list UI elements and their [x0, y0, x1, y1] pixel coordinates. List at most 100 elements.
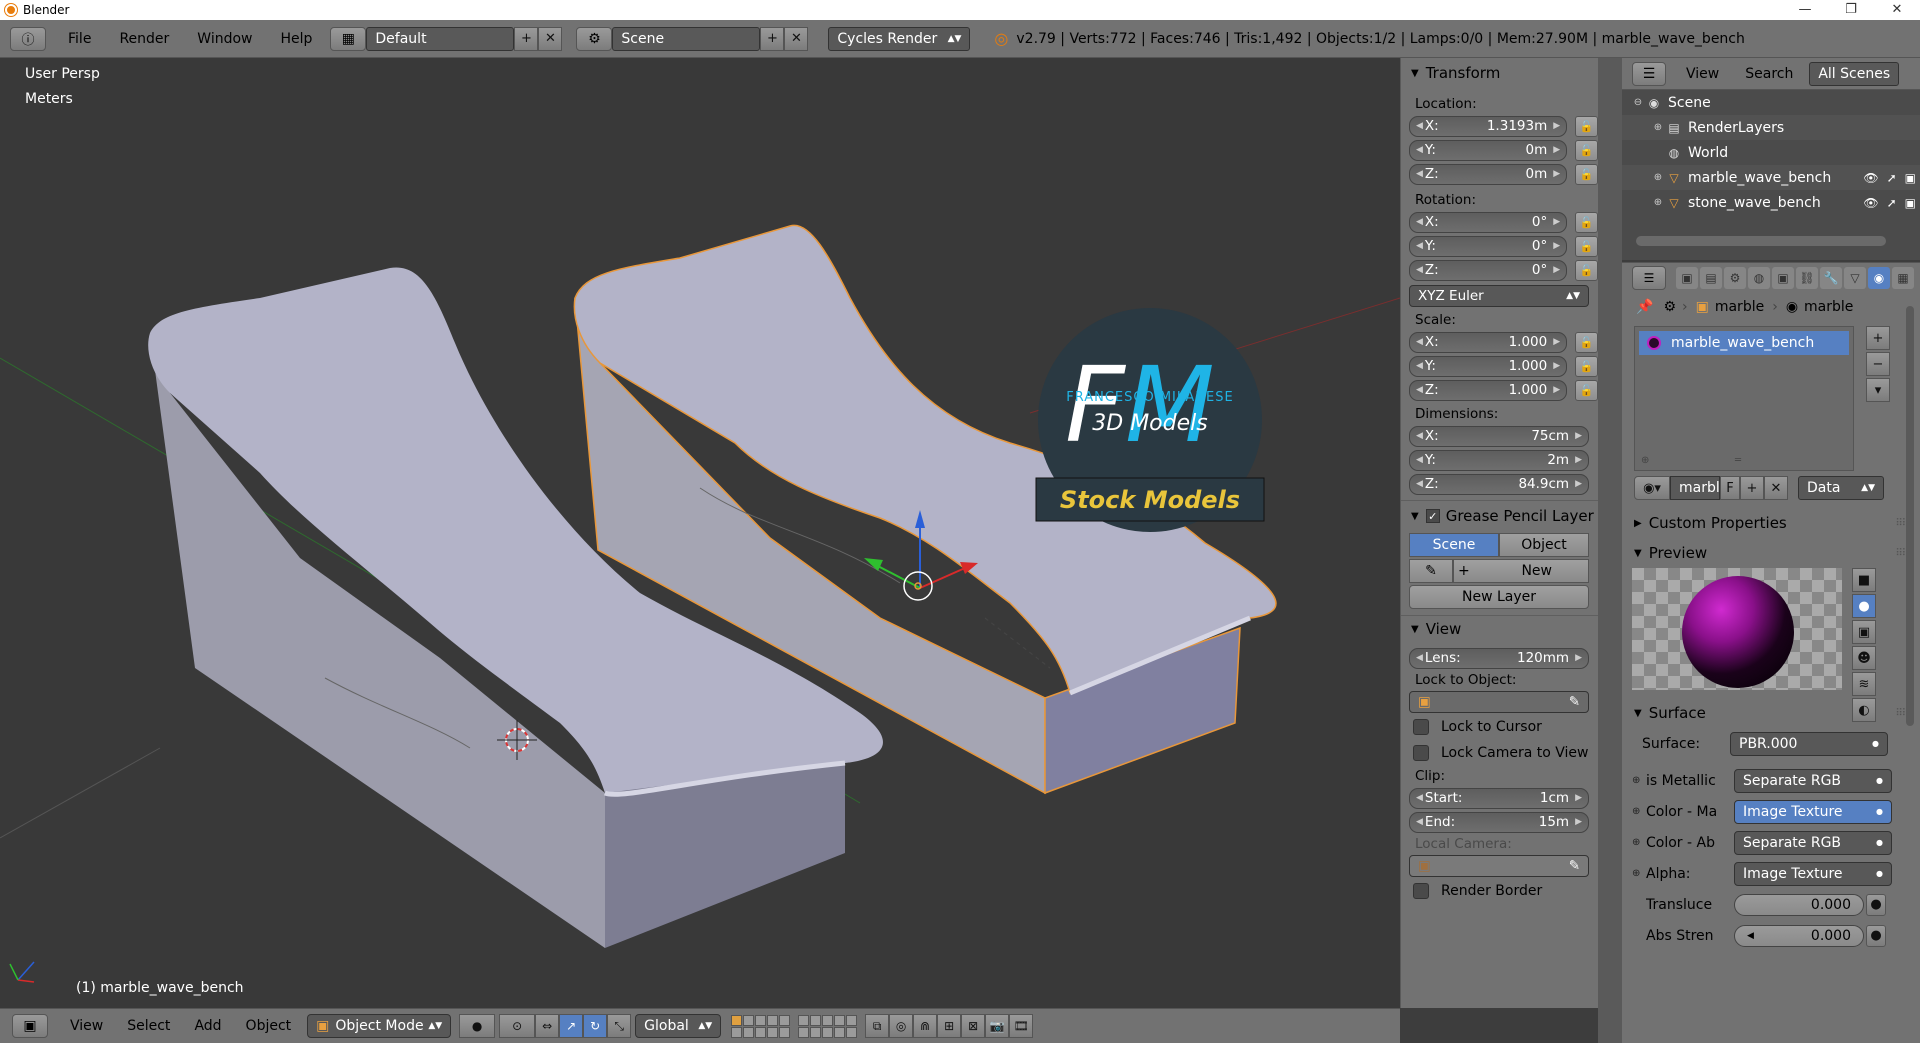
menu-view[interactable]: View	[58, 1018, 115, 1034]
is-metallic-input-dropdown[interactable]: Separate RGB ●	[1734, 768, 1892, 793]
lock-icon[interactable]: 🔓	[1575, 139, 1598, 161]
grease-pencil-panel-header[interactable]: ▼ ✓ Grease Pencil Layer	[1401, 503, 1598, 529]
viewport-canvas[interactable]: F M FRANCESCO MILANESE 3D Models Stock M…	[0, 58, 1400, 1008]
link-mode-dropdown[interactable]: Data ▲▼	[1798, 476, 1884, 500]
editor-type-properties-button[interactable]: ☰	[1632, 265, 1666, 290]
lock-icon[interactable]: 🔓	[1575, 163, 1598, 185]
remove-material-slot-button[interactable]: −	[1866, 352, 1890, 376]
scale-x-field[interactable]: ◀ X: 1.000 ▶	[1409, 331, 1568, 353]
render-border-checkbox[interactable]: Render Border	[1401, 878, 1598, 904]
remove-screen-button[interactable]: ✕	[538, 26, 563, 51]
material-slot-specials-button[interactable]: ▾	[1866, 378, 1890, 402]
location-y-field[interactable]: ◀ Y: 0m ▶	[1409, 139, 1568, 161]
new-material-button[interactable]: +	[1740, 476, 1764, 500]
outliner-search-menu[interactable]: Search	[1733, 66, 1805, 82]
snap-target-icon[interactable]: ⊠	[961, 1014, 986, 1038]
eyedropper-icon[interactable]: ✎	[1569, 694, 1580, 710]
clip-start-field[interactable]: ◀ Start: 1cm ▶	[1409, 787, 1589, 809]
data-tab-icon[interactable]: ▽	[1844, 266, 1866, 289]
expand-input-icon[interactable]: ⊕	[1632, 868, 1646, 879]
scale-y-field[interactable]: ◀ Y: 1.000 ▶	[1409, 355, 1568, 377]
lock-camera-to-view-checkbox[interactable]: Lock Camera to View	[1401, 740, 1598, 766]
screen-layout-browse-button[interactable]: ▦	[330, 26, 367, 51]
snap-element-icon[interactable]: ⊞	[937, 1014, 962, 1038]
view-panel-header[interactable]: ▼ View	[1401, 616, 1598, 642]
lock-to-cursor-checkbox[interactable]: Lock to Cursor	[1401, 714, 1598, 740]
transform-panel-header[interactable]: ▼ Transform	[1401, 60, 1598, 86]
add-screen-button[interactable]: +	[514, 26, 539, 51]
alpha-input-dropdown[interactable]: Image Texture ●	[1734, 861, 1892, 886]
location-x-field[interactable]: ◀ X: 1.3193m ▶	[1409, 115, 1568, 137]
menu-help[interactable]: Help	[266, 31, 326, 47]
object-tab-icon[interactable]: ▣	[1772, 266, 1794, 289]
lock-icon[interactable]: 🔓	[1575, 379, 1598, 401]
scene-tab-icon[interactable]: ⚙	[1724, 266, 1746, 289]
outliner-item-stone-wave-bench[interactable]: ⊕ ▽ stone_wave_bench 👁 ➚ ▣	[1622, 190, 1920, 215]
material-slot-item[interactable]: marble_wave_bench	[1639, 331, 1849, 355]
constraints-tab-icon[interactable]: ⛓	[1796, 266, 1818, 289]
viewport-shading-dropdown[interactable]: ●	[459, 1014, 496, 1038]
texture-tab-icon[interactable]: ▦	[1892, 266, 1914, 289]
clip-end-field[interactable]: ◀ End: 15m ▶	[1409, 811, 1589, 833]
proportional-edit-icon[interactable]: ◎	[889, 1014, 914, 1038]
minimize-button[interactable]: —	[1782, 0, 1828, 20]
grease-pencil-new-button[interactable]: + New	[1453, 559, 1589, 583]
grease-pencil-toggle[interactable]: ✓	[1425, 509, 1440, 523]
material-name-field[interactable]: marbl	[1670, 476, 1720, 500]
surface-shader-dropdown[interactable]: PBR.000 ●	[1730, 731, 1888, 756]
transform-orientation-dropdown[interactable]: Global ▲▼	[635, 1014, 722, 1038]
grease-pencil-scene-button[interactable]: Scene	[1409, 533, 1499, 557]
selectable-cursor-icon[interactable]: ➚	[1887, 171, 1897, 185]
expand-icon[interactable]: ⊕	[1650, 122, 1666, 133]
3d-viewport[interactable]: F M FRANCESCO MILANESE 3D Models Stock M…	[0, 58, 1400, 1008]
slot-list-resize-handle[interactable]: ═	[1735, 455, 1741, 466]
properties-scrollbar[interactable]	[1906, 306, 1914, 726]
scene-field[interactable]: Scene	[612, 26, 761, 51]
rotation-mode-dropdown[interactable]: XYZ Euler ▲▼	[1409, 285, 1589, 307]
preview-sphere-icon[interactable]: ●	[1852, 594, 1876, 618]
menu-add[interactable]: Add	[182, 1018, 233, 1034]
editor-split-divider[interactable]	[1598, 58, 1622, 1043]
outliner-item-world[interactable]: ◍ World	[1622, 140, 1920, 165]
new-layer-button[interactable]: New Layer	[1409, 585, 1589, 609]
snap-toggle-icon[interactable]: ⋒	[913, 1014, 938, 1038]
color-map-input-dropdown[interactable]: Image Texture ●	[1734, 799, 1892, 824]
lock-icon[interactable]: 🔓	[1575, 259, 1598, 281]
preview-cube-icon[interactable]: ▣	[1852, 620, 1876, 644]
translate-manipulator-icon[interactable]: ↗	[559, 1014, 584, 1038]
lock-layers-icon[interactable]: ⧉	[865, 1014, 890, 1038]
socket-link-button[interactable]: ●	[1866, 893, 1886, 916]
socket-link-button[interactable]: ●	[1866, 924, 1886, 947]
fake-user-button[interactable]: F	[1720, 476, 1740, 500]
render-camera-icon[interactable]: ▣	[1905, 196, 1916, 210]
outliner-item-renderlayers[interactable]: ⊕ ▤ RenderLayers	[1622, 115, 1920, 140]
lock-icon[interactable]: 🔓	[1575, 331, 1598, 353]
selectable-cursor-icon[interactable]: ➚	[1887, 196, 1897, 210]
menu-window[interactable]: Window	[183, 31, 266, 47]
grease-pencil-browse-button[interactable]: ✎	[1409, 559, 1453, 583]
maximize-button[interactable]: ❐	[1828, 0, 1874, 20]
close-window-button[interactable]: ✕	[1874, 0, 1920, 20]
collapse-icon[interactable]: ⊖	[1630, 97, 1646, 108]
outliner-display-mode-dropdown[interactable]: All Scenes	[1809, 61, 1900, 86]
menu-file[interactable]: File	[54, 31, 105, 47]
scene-layers-grid-a[interactable]	[731, 1014, 791, 1038]
editor-type-info-button[interactable]: ⓘ	[10, 26, 46, 51]
visibility-eye-icon[interactable]: 👁	[1863, 171, 1878, 185]
rotation-z-field[interactable]: ◀ Z: 0° ▶	[1409, 259, 1568, 281]
opengl-render-image-icon[interactable]: 📷	[985, 1014, 1010, 1038]
surface-panel-header[interactable]: ▼ Surface ⠿⠿	[1622, 698, 1920, 728]
scale-manipulator-icon[interactable]: ⤡	[607, 1014, 632, 1038]
world-tab-icon[interactable]: ◍	[1748, 266, 1770, 289]
custom-properties-panel-header[interactable]: ▶ Custom Properties ⠿⠿	[1622, 508, 1920, 538]
menu-object[interactable]: Object	[234, 1018, 304, 1034]
menu-render[interactable]: Render	[105, 31, 183, 47]
local-camera-field[interactable]: ▣ ✎	[1409, 855, 1589, 877]
rotation-x-field[interactable]: ◀ X: 0° ▶	[1409, 211, 1568, 233]
location-z-field[interactable]: ◀ Z: 0m ▶	[1409, 163, 1568, 185]
add-material-slot-button[interactable]: +	[1866, 326, 1890, 350]
scale-z-field[interactable]: ◀ Z: 1.000 ▶	[1409, 379, 1568, 401]
preview-panel-header[interactable]: ▼ Preview ⠿⠿	[1622, 538, 1920, 568]
manipulator-toggle-icon[interactable]: ⇔	[535, 1014, 560, 1038]
expand-input-icon[interactable]: ⊕	[1632, 806, 1646, 817]
